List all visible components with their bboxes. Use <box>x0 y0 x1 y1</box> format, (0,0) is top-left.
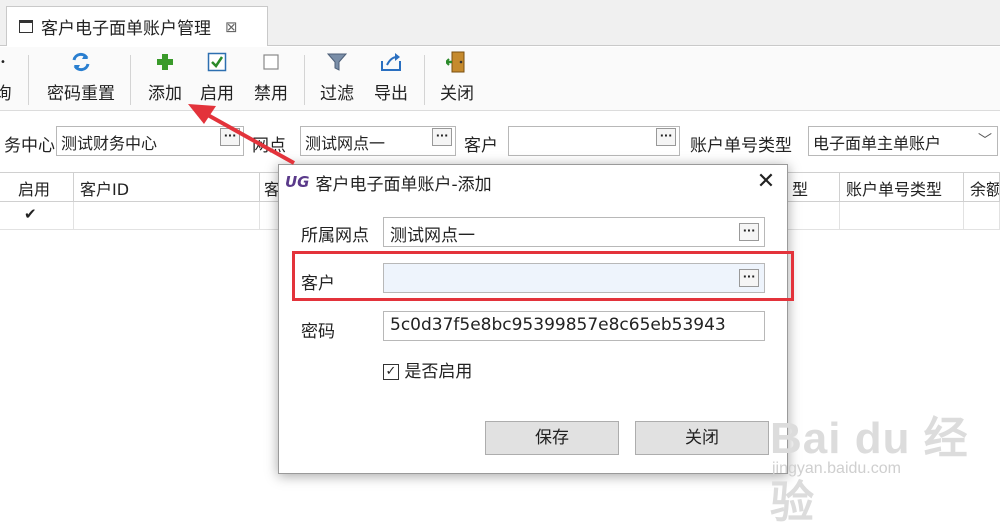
tab-title: 客户电子面单账户管理 <box>41 19 211 39</box>
column-header-account-type[interactable]: 账户单号类型 <box>840 172 964 202</box>
enable-button[interactable]: 启用 <box>196 47 238 111</box>
chevron-down-icon[interactable]: ﹀ <box>978 130 992 150</box>
query-button-partial[interactable]: • 询 <box>0 47 14 111</box>
add-account-dialog: UG 客户电子面单账户-添加 ✕ 所属网点 测试网点一 ··· 客户 ··· 密… <box>278 164 788 474</box>
column-header-customer-id[interactable]: 客户ID <box>74 172 260 202</box>
export-button[interactable]: 导出 <box>370 47 412 111</box>
highlight-box <box>292 251 794 301</box>
app-logo-icon: UG <box>285 173 310 191</box>
tab-close-icon[interactable]: ⊠ <box>225 18 238 36</box>
column-header-type-partial[interactable]: 型 <box>784 172 840 202</box>
column-header-enabled[interactable]: 启用 <box>0 172 74 202</box>
enable-checkbox[interactable]: ✓ 是否启用 <box>383 357 472 382</box>
exit-door-icon <box>446 47 468 77</box>
table-cell <box>74 202 260 230</box>
document-icon <box>19 20 33 33</box>
tab-customer-account-management[interactable]: 客户电子面单账户管理 ⊠ <box>6 6 268 46</box>
filter-button[interactable]: 过滤 <box>316 47 358 111</box>
column-header-balance[interactable]: 余额 <box>964 172 1000 202</box>
checkbox-empty-icon <box>261 47 281 77</box>
close-button[interactable]: 关闭 <box>436 47 478 111</box>
save-button[interactable]: 保存 <box>485 421 619 455</box>
finance-center-browse-button[interactable]: ··· <box>220 128 240 146</box>
checkbox-checked-icon <box>207 47 227 77</box>
customer-field[interactable] <box>508 126 680 156</box>
refresh-icon <box>70 47 92 77</box>
dialog-password-field[interactable]: 5c0d37f5e8bc95399857e8c65eb53943 <box>383 311 765 341</box>
account-type-label: 账户单号类型 <box>690 136 792 156</box>
table-cell <box>840 202 964 230</box>
dialog-title-bar[interactable]: UG 客户电子面单账户-添加 <box>279 165 787 199</box>
toolbar-separator <box>424 55 425 105</box>
dialog-close-icon[interactable]: ✕ <box>753 169 779 195</box>
table-cell <box>964 202 1000 230</box>
toolbar-separator <box>304 55 305 105</box>
dialog-title: 客户电子面单账户-添加 <box>315 174 492 195</box>
site-label: 网点 <box>252 136 286 156</box>
filter-row: 务中心 测试财务中心 ··· 网点 测试网点一 ··· 客户 ··· 账户单号类… <box>0 122 1000 164</box>
customer-label: 客户 <box>464 136 498 156</box>
baidu-watermark: Bai du 经验 jingyan.baidu.com <box>770 414 969 527</box>
query-icon: • <box>0 56 6 68</box>
toolbar-separator <box>28 55 29 105</box>
dialog-password-label: 密码 <box>301 322 335 342</box>
checkbox-checked-icon: ✓ <box>383 364 399 380</box>
add-icon <box>155 47 175 77</box>
site-browse-button[interactable]: ··· <box>432 128 452 146</box>
customer-browse-button[interactable]: ··· <box>656 128 676 146</box>
finance-center-field[interactable]: 测试财务中心 <box>56 126 244 156</box>
dialog-site-label: 所属网点 <box>301 226 369 246</box>
table-row-enabled-cell[interactable]: ✔ <box>0 202 74 230</box>
dialog-close-button[interactable]: 关闭 <box>635 421 769 455</box>
password-reset-button[interactable]: 密码重置 <box>40 47 122 111</box>
filter-icon <box>326 47 348 77</box>
account-type-select[interactable]: 电子面单主单账户 <box>808 126 998 156</box>
export-icon <box>379 47 403 77</box>
enable-checkbox-label: 是否启用 <box>404 362 473 382</box>
table-cell <box>784 202 840 230</box>
row-checkbox[interactable]: ✔ <box>24 205 37 223</box>
add-button[interactable]: 添加 <box>144 47 186 111</box>
toolbar-separator <box>130 55 131 105</box>
dialog-site-field[interactable]: 测试网点一 <box>383 217 765 247</box>
finance-center-label: 务中心 <box>4 136 55 156</box>
disable-button[interactable]: 禁用 <box>250 47 292 111</box>
toolbar: • 询 密码重置 添加 启用 禁用 过滤 导出 关闭 <box>0 47 1000 111</box>
tab-strip: 客户电子面单账户管理 ⊠ <box>0 0 1000 46</box>
dialog-site-browse-button[interactable]: ··· <box>739 223 759 241</box>
